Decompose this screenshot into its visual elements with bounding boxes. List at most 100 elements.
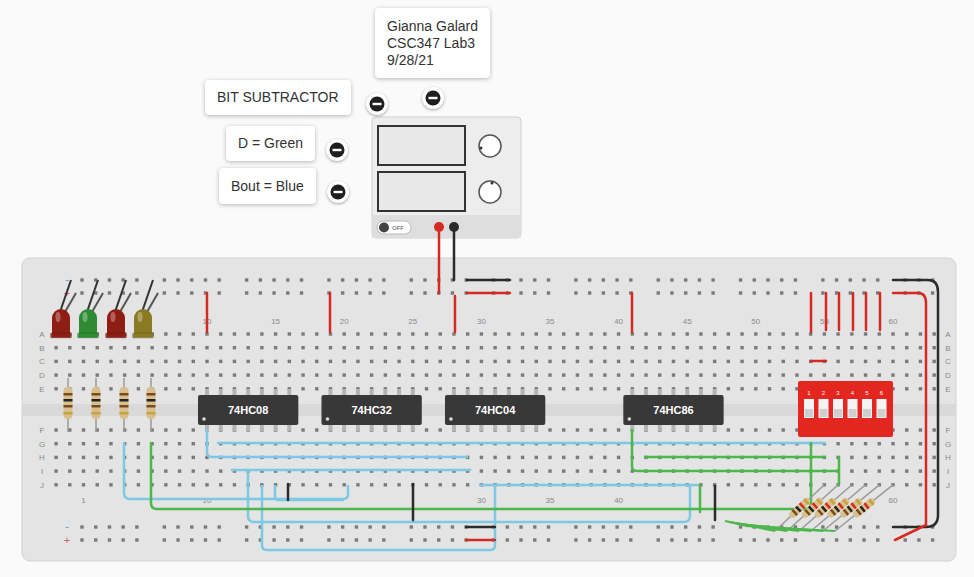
column-number: 45 (683, 317, 692, 326)
wires (124, 227, 938, 550)
wire[interactable] (825, 293, 828, 330)
led[interactable] (51, 280, 77, 338)
breadboard (22, 258, 956, 561)
dip-number: 3 (836, 390, 840, 396)
row-letter: G (945, 440, 951, 449)
wire[interactable] (810, 293, 813, 332)
dip-toggle[interactable]: 5 (862, 390, 872, 418)
switch-label: OFF (392, 225, 404, 231)
resistor[interactable] (64, 378, 73, 432)
wire[interactable] (206, 293, 209, 332)
resistor[interactable] (147, 378, 156, 432)
chip-label: 74HC08 (228, 404, 268, 416)
wire[interactable] (438, 227, 441, 293)
ic-chip[interactable]: 74HC86 (623, 389, 723, 431)
row-letter: I (41, 467, 43, 476)
wire[interactable] (218, 442, 825, 445)
annotation-pin-icon[interactable] (422, 87, 444, 109)
circuit-canvas[interactable]: AABBCCDDEEFFGGHHIIJJ10152025303540455055… (0, 0, 974, 577)
wire[interactable] (893, 293, 926, 540)
note-line: Gianna Galard (387, 18, 478, 35)
wire[interactable] (811, 360, 826, 363)
led[interactable] (133, 280, 159, 338)
resistor[interactable] (725, 485, 824, 531)
wire[interactable] (645, 456, 825, 459)
wire[interactable] (124, 443, 348, 499)
wire[interactable] (329, 293, 332, 332)
column-number: 40 (614, 496, 623, 505)
row-letter: E (39, 385, 44, 394)
row-letter: D (39, 371, 45, 380)
wire[interactable] (467, 292, 510, 295)
ic-chip[interactable]: 74HC04 (445, 389, 545, 431)
annotation-note[interactable]: D = Green (226, 126, 315, 161)
wire[interactable] (893, 280, 938, 527)
row-letter: G (39, 440, 45, 449)
wire[interactable] (631, 293, 634, 332)
column-number: 55 (820, 317, 829, 326)
wire[interactable] (865, 293, 868, 330)
wire[interactable] (466, 539, 495, 542)
row-letter: C (945, 357, 951, 366)
wire[interactable] (248, 470, 690, 522)
wire[interactable] (838, 293, 841, 330)
resistor[interactable] (729, 485, 838, 531)
wire[interactable] (275, 486, 343, 500)
led[interactable] (106, 280, 132, 338)
wire[interactable] (714, 486, 717, 520)
wire[interactable] (852, 293, 855, 330)
annotation-note[interactable]: BIT SUBTRACTOR (205, 80, 351, 115)
column-number: 15 (271, 317, 280, 326)
note-line: CSC347 Lab3 (387, 35, 478, 52)
wire[interactable] (632, 430, 839, 471)
row-letter: H (945, 453, 951, 462)
column-number: 25 (408, 317, 417, 326)
resistor[interactable] (120, 378, 129, 432)
current-display (378, 172, 465, 211)
wire[interactable] (151, 443, 811, 509)
wire[interactable] (232, 469, 470, 472)
wire[interactable] (879, 293, 882, 330)
wire[interactable] (467, 279, 510, 282)
column-number: 30 (477, 317, 486, 326)
wire[interactable] (412, 484, 415, 520)
wire[interactable] (838, 457, 841, 484)
dip-toggle[interactable]: 3 (833, 390, 843, 418)
annotation-pin-icon[interactable] (366, 93, 388, 115)
ic-chip[interactable]: 74HC08 (198, 389, 298, 431)
dip-toggle[interactable]: 1 (804, 390, 814, 418)
power-switch[interactable]: OFF (377, 221, 411, 234)
current-knob-icon[interactable] (479, 181, 501, 203)
voltage-knob-icon[interactable] (479, 135, 501, 157)
wire[interactable] (466, 526, 495, 529)
note-line: 9/28/21 (387, 52, 478, 69)
wire[interactable] (453, 227, 456, 280)
resistor[interactable] (92, 378, 101, 432)
resistor[interactable] (737, 485, 866, 531)
note-line: D = Green (238, 135, 303, 152)
ic-chip[interactable]: 74HC32 (321, 389, 421, 431)
resistor[interactable] (733, 485, 852, 531)
dip-toggle[interactable]: 4 (848, 390, 858, 418)
row-letter: A (39, 330, 45, 339)
wire[interactable] (699, 485, 702, 512)
dip-toggle[interactable]: 6 (877, 390, 887, 418)
row-letter: H (39, 453, 45, 462)
resistor[interactable] (741, 485, 879, 531)
resistor[interactable] (745, 485, 893, 531)
annotation-note[interactable]: Bout = Blue (219, 168, 316, 204)
annotation-note[interactable]: Gianna GalardCSC347 Lab39/28/21 (375, 8, 490, 78)
chip-label: 74HC04 (475, 404, 516, 416)
rail-negative-sign: - (65, 520, 69, 532)
wire[interactable] (454, 296, 457, 332)
annotation-pin-icon[interactable] (326, 139, 348, 161)
annotation-pin-icon[interactable] (327, 181, 349, 203)
wire[interactable] (287, 484, 290, 500)
power-supply[interactable]: OFF (372, 117, 521, 238)
wire[interactable] (262, 486, 495, 550)
dip-toggle[interactable]: 2 (819, 390, 829, 418)
wire[interactable] (480, 484, 700, 487)
column-number: 1 (81, 496, 86, 505)
column-number: 60 (889, 496, 898, 505)
led[interactable] (78, 280, 104, 338)
